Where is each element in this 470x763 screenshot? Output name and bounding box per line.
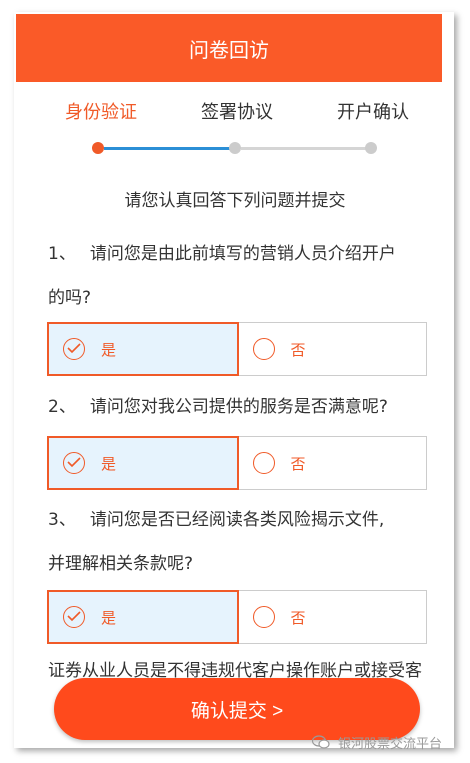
- option-label: 是: [101, 608, 117, 627]
- option-label: 是: [101, 340, 117, 359]
- progress-track: [0, 140, 470, 156]
- watermark-text: 银河股票交流平台: [338, 736, 443, 752]
- progress-dot-step3: [365, 142, 377, 154]
- question-number: 2、: [48, 397, 76, 417]
- progress-bar-done: [104, 147, 232, 150]
- check-icon: [63, 606, 85, 628]
- check-icon: [63, 452, 85, 474]
- option-no[interactable]: 否: [239, 437, 427, 489]
- radio-empty-icon: [252, 452, 275, 474]
- question-2-options: 是 否: [47, 436, 427, 490]
- question-text-cont: 的吗?: [48, 288, 92, 308]
- question-text: 请问您是否已经阅读各类风险揭示文件,: [89, 510, 385, 530]
- radio-empty-icon: [252, 338, 275, 360]
- page-header: 问卷回访: [16, 14, 442, 82]
- question-1-options: 是 否: [47, 322, 427, 376]
- question-text: 请问您对我公司提供的服务是否满意呢?: [89, 397, 388, 417]
- step-indicator: 身份验证 签署协议 开户确认: [16, 98, 442, 128]
- option-yes[interactable]: 是: [47, 436, 239, 490]
- question-text: 请问您是由此前填写的营销人员介绍开户: [89, 244, 396, 264]
- option-label: 否: [290, 340, 306, 359]
- radio-empty-icon: [252, 606, 275, 628]
- progress-bar-todo: [241, 147, 367, 150]
- watermark: 银河股票交流平台: [312, 730, 442, 754]
- option-label: 否: [290, 454, 306, 473]
- question-number: 1、: [48, 244, 76, 264]
- question-number: 3、: [48, 510, 76, 530]
- question-text-cont: 并理解相关条款呢?: [48, 554, 194, 574]
- step-identity: 身份验证: [65, 102, 137, 123]
- option-no[interactable]: 否: [239, 323, 427, 375]
- question-3: 3、 请问您是否已经阅读各类风险揭示文件, 并理解相关条款呢?: [48, 498, 438, 586]
- option-label: 否: [290, 608, 306, 627]
- option-yes[interactable]: 是: [47, 590, 239, 644]
- question-1: 1、 请问您是由此前填写的营销人员介绍开户 的吗?: [48, 232, 438, 320]
- instruction-text: 请您认真回答下列问题并提交: [124, 191, 346, 211]
- progress-dot-current: [92, 142, 104, 154]
- step-confirm: 开户确认: [337, 102, 409, 123]
- question-3-options: 是 否: [47, 590, 427, 644]
- check-icon: [63, 338, 85, 360]
- option-no[interactable]: 否: [239, 591, 427, 643]
- step-agreement: 签署协议: [201, 102, 273, 123]
- question-2: 2、 请问您对我公司提供的服务是否满意呢?: [48, 385, 438, 429]
- option-yes[interactable]: 是: [47, 322, 239, 376]
- option-label: 是: [101, 454, 117, 473]
- progress-dot-step2: [229, 142, 241, 154]
- wechat-icon: [312, 735, 330, 749]
- page-title: 问卷回访: [189, 37, 269, 62]
